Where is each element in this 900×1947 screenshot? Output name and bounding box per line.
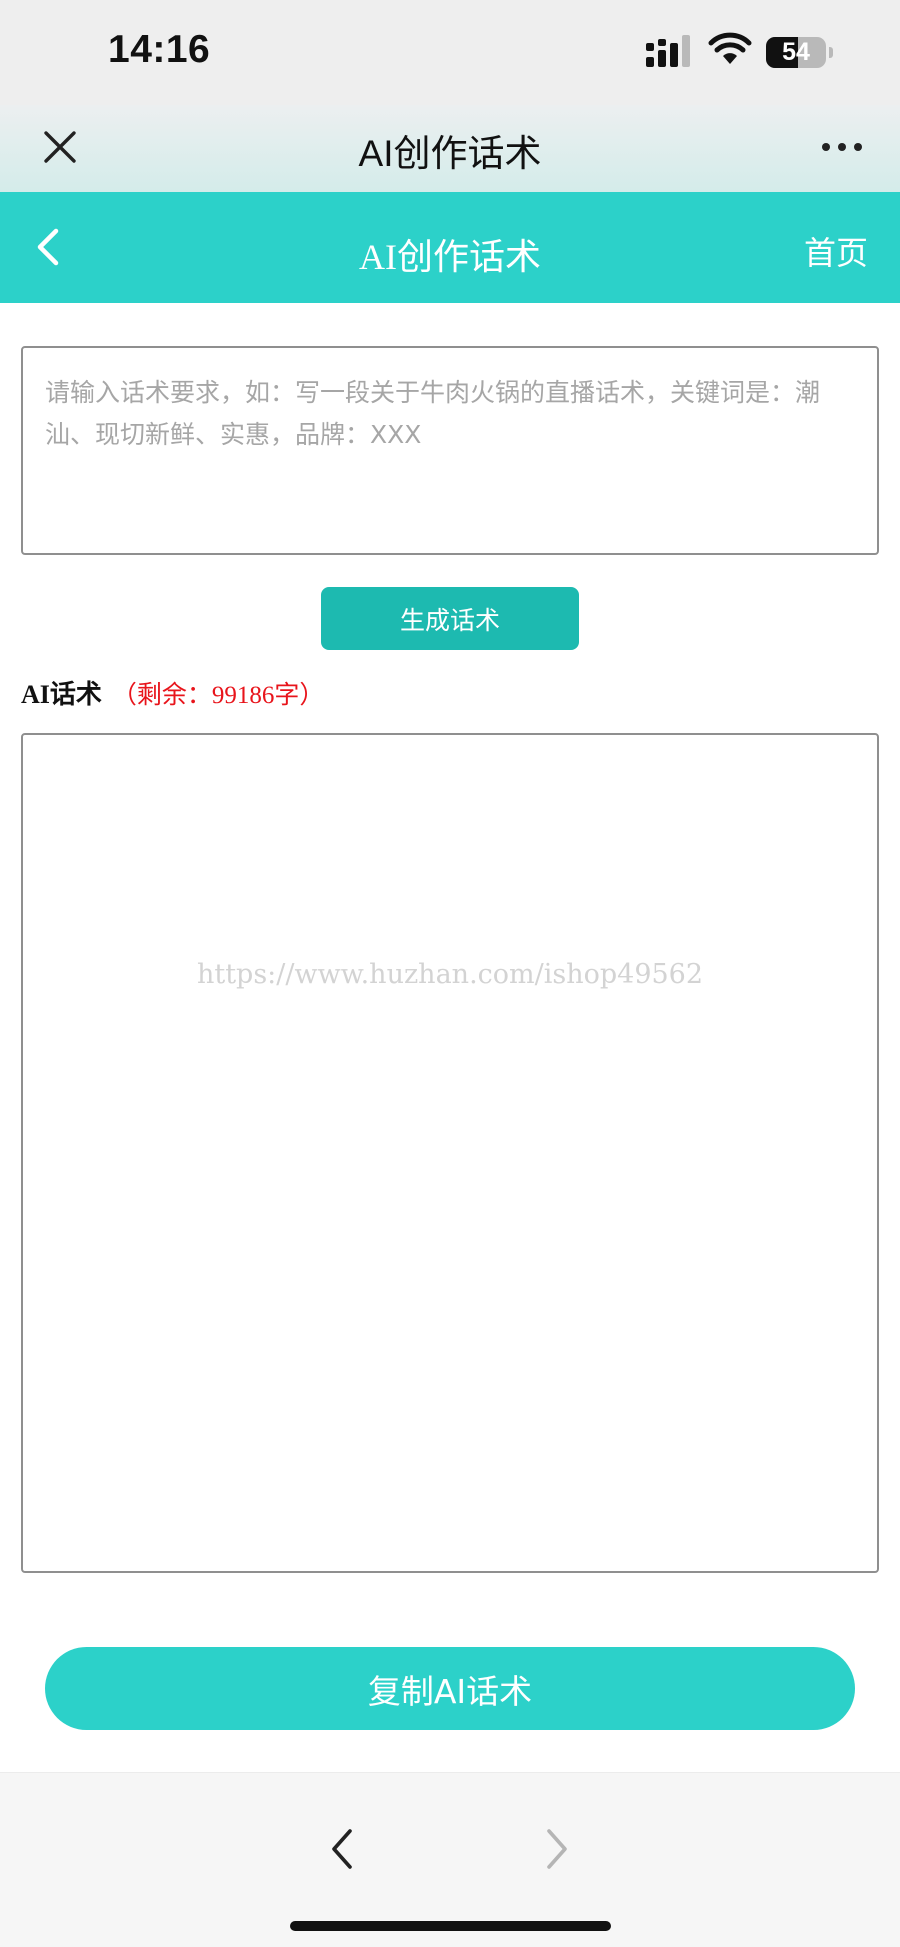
status-time: 14:16	[108, 28, 211, 71]
result-label: AI话术	[21, 680, 102, 709]
battery-indicator: 54	[766, 37, 826, 68]
page-title: AI创作话术	[359, 237, 541, 277]
bottom-nav-bar	[0, 1772, 900, 1947]
signal-bars-icon	[646, 35, 690, 67]
generate-button[interactable]: 生成话术	[321, 587, 579, 650]
chevron-right-icon[interactable]	[541, 1825, 571, 1873]
app-header: AI创作话术 首页	[0, 192, 900, 303]
chevron-left-icon[interactable]	[328, 1825, 358, 1873]
result-label-row: AI话术 （剩余：99186字）	[21, 674, 324, 714]
result-output[interactable]	[21, 733, 879, 1573]
wechat-title: AI创作话术	[358, 133, 542, 174]
home-link[interactable]: 首页	[804, 228, 868, 274]
remaining-count: （剩余：99186字）	[111, 682, 325, 709]
wifi-icon	[708, 32, 752, 64]
status-bar: 14:16 54	[0, 0, 900, 105]
battery-label: 54	[782, 38, 810, 66]
copy-button[interactable]: 复制AI话术	[45, 1647, 855, 1730]
battery-nub	[829, 47, 833, 58]
prompt-input[interactable]	[21, 346, 879, 555]
home-indicator[interactable]	[290, 1921, 611, 1931]
wechat-nav-bar: AI创作话术	[0, 105, 900, 192]
more-dots-icon[interactable]	[820, 137, 864, 157]
